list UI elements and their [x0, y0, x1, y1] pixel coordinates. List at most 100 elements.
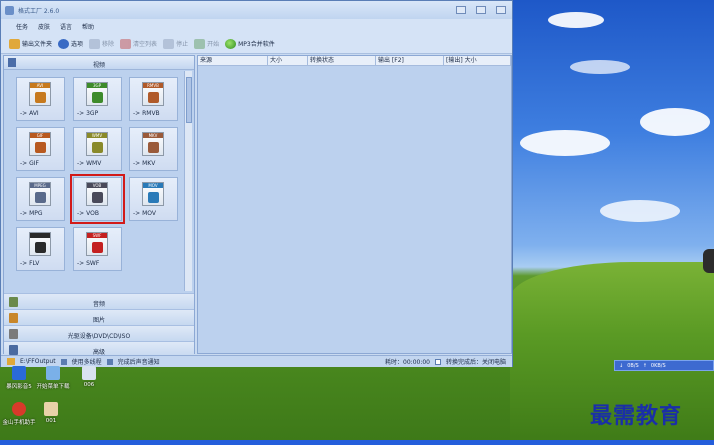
remove-icon [89, 38, 101, 49]
options-icon [58, 38, 70, 49]
mp3-merge-icon [225, 38, 237, 49]
video-section-header[interactable]: 视频 [4, 56, 194, 70]
format-tile[interactable]: WMV -> WMV [73, 127, 122, 171]
apple-logo-icon [703, 249, 714, 273]
output-path[interactable]: E:\FFOutput [20, 358, 56, 365]
format-tile[interactable]: MOV -> MOV [129, 177, 178, 221]
format-label: -> AVI [20, 110, 39, 117]
format-badge: RMVB [143, 83, 163, 88]
format-tile[interactable]: MKV -> MKV [129, 127, 178, 171]
video-file-icon: WMV [86, 132, 108, 156]
column-output-size[interactable]: [输出] 大小 [444, 56, 511, 65]
format-tile[interactable]: MPEG -> MPG [16, 177, 65, 221]
category-rom-device[interactable]: 光驱设备\DVD\CD\ISO [4, 325, 194, 341]
menu-skin[interactable]: 皮肤 [33, 22, 55, 31]
desktop-icon-start-menu[interactable]: 开始菜单下载 [36, 366, 70, 390]
title-bar[interactable]: 格式工厂 2.6.0 [1, 1, 512, 19]
multithread-label: 使用多线程 [71, 359, 102, 366]
clear-list-button[interactable]: 清空列表 [120, 38, 157, 49]
remove-button[interactable]: 移除 [89, 38, 114, 49]
download-arrow-icon: ↓ [619, 362, 624, 369]
category-picture[interactable]: 图片 [4, 309, 194, 325]
menu-language[interactable]: 语言 [55, 22, 77, 31]
menu-help[interactable]: 帮助 [77, 22, 99, 31]
format-label: -> VOB [77, 210, 99, 217]
desktop-icon-storm-player[interactable]: 暴风影音5 [2, 366, 36, 390]
start-icon [194, 38, 206, 49]
category-label: 图片 [92, 317, 105, 324]
network-speed-widget[interactable]: ↓ 0B/S ↑ 0KB/S [614, 360, 714, 371]
format-tile[interactable]: GIF -> GIF [16, 127, 65, 171]
options-button[interactable]: 选项 [58, 38, 83, 49]
format-glyph [92, 92, 103, 103]
format-label: -> GIF [20, 160, 39, 167]
column-status[interactable]: 转换状态 [308, 56, 376, 65]
output-folder-button[interactable]: 输出文件夹 [9, 38, 52, 49]
file-icon [82, 366, 96, 380]
video-file-icon: RMVB [142, 82, 164, 106]
column-output[interactable]: 输出 [F2] [376, 56, 444, 65]
task-list[interactable]: 来源 大小 转换状态 输出 [F2] [输出] 大小 [197, 55, 512, 354]
format-badge: AVI [30, 83, 50, 88]
format-glyph [92, 242, 103, 253]
cloud [600, 200, 680, 222]
folder-icon[interactable] [7, 358, 15, 365]
upload-speed: 0KB/S [650, 362, 666, 369]
mp3-merge-button[interactable]: MP3合并软件 [225, 38, 275, 49]
folder-icon [9, 38, 20, 49]
format-tile[interactable]: -> FLV [16, 227, 65, 271]
panel-scrollbar[interactable] [184, 71, 192, 291]
format-tile[interactable]: VOB -> VOB [70, 174, 125, 224]
video-file-icon: MKV [142, 132, 164, 156]
cloud [570, 60, 630, 74]
minimize-button[interactable] [456, 6, 466, 14]
storm-player-icon [12, 366, 26, 380]
upload-arrow-icon: ↑ [642, 362, 647, 369]
maximize-button[interactable] [476, 6, 486, 14]
toolbar: 输出文件夹 选项 移除 清空列表 停止 开始 MP3合并软件 [1, 34, 512, 54]
format-tile[interactable]: 3GP -> 3GP [73, 77, 122, 121]
format-badge: 3GP [87, 83, 107, 88]
sound-notify-checkbox[interactable] [106, 358, 113, 365]
format-glyph [148, 142, 159, 153]
format-tile[interactable]: RMVB -> RMVB [129, 77, 178, 121]
format-grid: AVI -> AVI 3GP -> 3GP RMVB -> RMVB GIF -> GIF WM… [16, 77, 181, 293]
after-convert-checkbox[interactable] [434, 358, 441, 365]
clear-icon [120, 38, 132, 49]
stop-button[interactable]: 停止 [163, 38, 188, 49]
format-label: -> MKV [133, 160, 156, 167]
menu-task[interactable]: 任务 [11, 22, 33, 31]
format-glyph [92, 192, 103, 203]
column-source[interactable]: 来源 [198, 56, 268, 65]
desktop-icon-006[interactable]: 006 [72, 366, 106, 388]
video-file-icon: MPEG [29, 182, 51, 206]
format-glyph [148, 192, 159, 203]
taskbar[interactable] [0, 440, 714, 445]
format-glyph [92, 142, 103, 153]
multithread-checkbox[interactable] [60, 358, 67, 365]
window-title: 格式工厂 2.6.0 [18, 8, 60, 15]
elapsed-time: 耗时：00:00:00 [385, 359, 430, 366]
video-file-icon: MOV [142, 182, 164, 206]
format-badge: SWF [87, 233, 107, 238]
start-button[interactable]: 开始 [194, 38, 219, 49]
video-file-icon [29, 232, 51, 256]
cloud [520, 130, 610, 156]
format-badge [30, 233, 50, 238]
desktop-icon-001[interactable]: 001 [34, 402, 68, 424]
scroll-thumb[interactable] [186, 77, 192, 123]
format-tile[interactable]: AVI -> AVI [16, 77, 65, 121]
format-label: -> MOV [133, 210, 156, 217]
close-button[interactable] [496, 6, 506, 14]
format-badge: MPEG [30, 183, 50, 188]
format-factory-window: 格式工厂 2.6.0 任务 皮肤 语言 帮助 输出文件夹 选项 移除 清空列表 [0, 0, 513, 367]
category-label: 音频 [92, 301, 105, 308]
column-size[interactable]: 大小 [268, 56, 308, 65]
conversion-panel: 视频 AVI -> AVI 3GP -> 3GP RMVB -> RMVB GIF -> GI… [3, 55, 195, 357]
format-tile[interactable]: SWF -> SWF [73, 227, 122, 271]
after-convert-label: 转换完成后：关闭电脑 [445, 359, 506, 366]
format-label: -> FLV [20, 260, 40, 267]
cloud [640, 108, 710, 136]
desktop-icon-kingsoft-phone[interactable]: 金山手机助手 [2, 402, 36, 426]
category-audio[interactable]: 音频 [4, 293, 194, 309]
